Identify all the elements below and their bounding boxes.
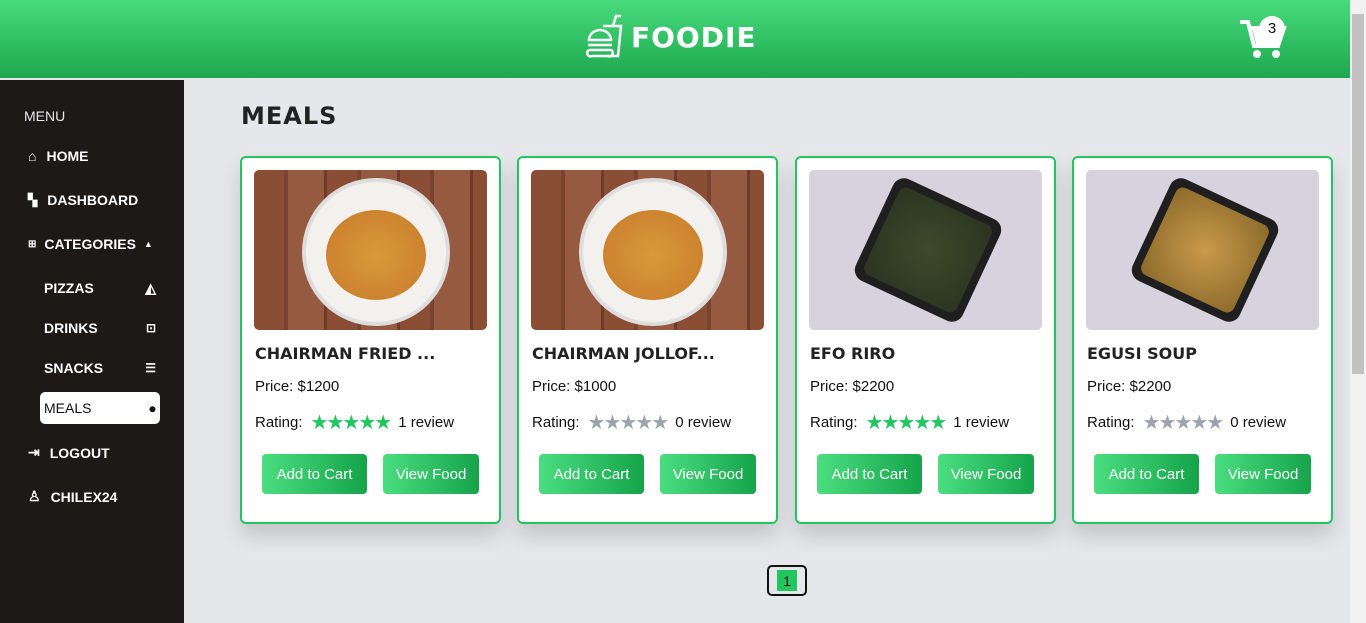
star-rating: ★★★★★ (865, 412, 948, 434)
home-icon: ⌂ (28, 148, 37, 164)
rating-label: Rating: (1087, 414, 1135, 431)
sidebar-item-drinks[interactable]: DRINKS ⊡ (40, 312, 160, 344)
food-title: EGUSI SOUP (1087, 344, 1197, 363)
food-image[interactable] (809, 170, 1042, 330)
sidebar-item-user[interactable]: ♙ CHILEX24 (28, 488, 117, 505)
food-image[interactable] (254, 170, 487, 330)
categories-icon: ⊞ (28, 238, 37, 250)
food-title: EFO RIRO (810, 344, 896, 363)
brand-name: FOODIE (631, 20, 757, 54)
food-price: Price: $2200 (810, 378, 895, 395)
view-food-button[interactable]: View Food (383, 454, 479, 494)
sidebar-item-categories[interactable]: ⊞ CATEGORIES ▲ (28, 236, 153, 252)
label: CHILEX24 (50, 488, 118, 505)
food-price: Price: $1000 (532, 378, 617, 395)
review-count: 0 review (675, 414, 732, 431)
star-rating: ★★★★★ (587, 412, 670, 434)
cart-count-badge: 3 (1259, 16, 1285, 42)
rating-label: Rating: (255, 414, 303, 431)
sidebar-item-meals[interactable]: MEALS ⦁ (40, 392, 160, 424)
pizza-icon: ◭ (145, 279, 156, 296)
food-card: CHAIRMAN FRIED ... Price: $1200 Rating: ★… (240, 156, 501, 524)
food-image[interactable] (1086, 170, 1319, 330)
logout-icon: ⇥ (28, 444, 40, 460)
food-card: EFO RIRO Price: $2200 Rating: ★★★★★ 1 revi… (795, 156, 1056, 524)
burger-drink-icon (585, 14, 623, 58)
page-1-button[interactable]: 1 (777, 570, 797, 591)
rating-label: Rating: (532, 414, 580, 431)
review-count: 0 review (1230, 414, 1287, 431)
food-rating: Rating: ★★★★★ 1 review (810, 410, 1009, 435)
food-price: Price: $2200 (1087, 378, 1172, 395)
logo[interactable]: FOODIE (585, 14, 757, 60)
add-to-cart-button[interactable]: Add to Cart (1094, 454, 1199, 494)
drink-icon: ⊡ (145, 321, 156, 335)
star-rating: ★★★★★ (310, 412, 393, 434)
sidebar-item-pizzas[interactable]: PIZZAS ◭ (40, 272, 160, 304)
label: LOGOUT (49, 444, 110, 461)
add-to-cart-button[interactable]: Add to Cart (262, 454, 367, 494)
label: DASHBOARD (47, 192, 139, 208)
food-card: EGUSI SOUP Price: $2200 Rating: ★★★★★ 0 re… (1072, 156, 1333, 524)
add-to-cart-button[interactable]: Add to Cart (817, 454, 922, 494)
label: DRINKS (44, 320, 98, 336)
food-rating: Rating: ★★★★★ 1 review (255, 410, 454, 435)
sidebar-item-logout[interactable]: ⇥ LOGOUT (28, 444, 110, 461)
food-price: Price: $1200 (255, 378, 340, 395)
pagination: 1 (767, 565, 807, 596)
sidebar: MENU ⌂ HOME ▚ DASHBOARD ⊞ CATEGORIES ▲ PIZZA… (0, 80, 184, 623)
label: PIZZAS (44, 280, 94, 296)
view-food-button[interactable]: View Food (660, 454, 756, 494)
header: FOODIE 3 (0, 0, 1350, 78)
food-card: CHAIRMAN JOLLOF... Price: $1000 Rating: ★… (517, 156, 778, 524)
review-count: 1 review (953, 414, 1010, 431)
review-count: 1 review (398, 414, 455, 431)
sidebar-item-dashboard[interactable]: ▚ DASHBOARD (28, 192, 138, 208)
user-icon: ♙ (28, 488, 41, 504)
label: HOME (46, 148, 89, 164)
caret-up-icon: ▲ (143, 239, 153, 249)
scrollbar-thumb[interactable] (1352, 14, 1364, 374)
burger-icon: ☰ (145, 361, 156, 375)
label: CATEGORIES (44, 236, 136, 252)
sidebar-item-snacks[interactable]: SNACKS ☰ (40, 352, 160, 384)
rating-label: Rating: (810, 414, 858, 431)
food-rating: Rating: ★★★★★ 0 review (1087, 410, 1286, 435)
food-title: CHAIRMAN JOLLOF... (532, 344, 715, 363)
food-title: CHAIRMAN FRIED ... (255, 344, 436, 363)
menu-title: MENU (24, 108, 66, 124)
sidebar-item-home[interactable]: ⌂ HOME (28, 148, 88, 164)
label: MEALS (44, 400, 92, 416)
view-food-button[interactable]: View Food (1215, 454, 1311, 494)
dashboard-icon: ▚ (28, 193, 38, 207)
view-food-button[interactable]: View Food (938, 454, 1034, 494)
food-image[interactable] (531, 170, 764, 330)
label: SNACKS (44, 360, 104, 376)
page-title: MEALS (241, 102, 338, 130)
star-rating: ★★★★★ (1142, 412, 1225, 434)
food-rating: Rating: ★★★★★ 0 review (532, 410, 731, 435)
add-to-cart-button[interactable]: Add to Cart (539, 454, 644, 494)
plate-utensils-icon: ⦁ (149, 399, 156, 416)
